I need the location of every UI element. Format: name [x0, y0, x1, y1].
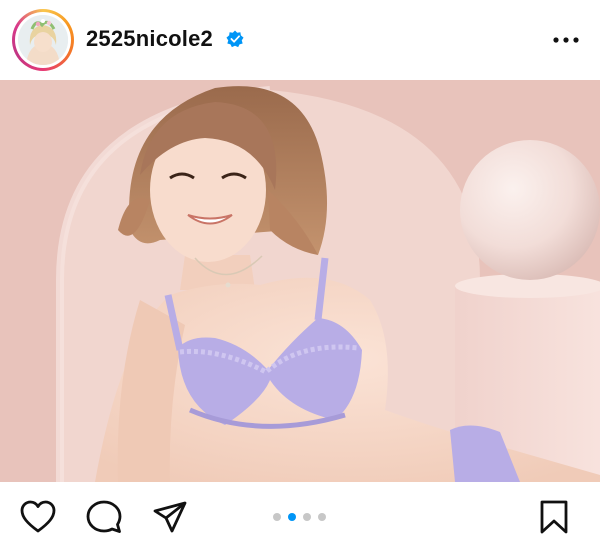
- comment-icon[interactable]: [86, 500, 122, 534]
- send-icon[interactable]: [152, 500, 188, 534]
- avatar-photo: [18, 15, 68, 65]
- more-options-icon[interactable]: [548, 30, 584, 50]
- avatar[interactable]: [12, 9, 74, 71]
- carousel-dot: [303, 513, 311, 521]
- avatar-image: [18, 15, 68, 65]
- bookmark-icon[interactable]: [536, 500, 572, 534]
- verified-badge-icon: [226, 30, 244, 48]
- carousel-dot: [318, 513, 326, 521]
- username[interactable]: 2525nicole2: [86, 26, 213, 52]
- carousel-indicator: [270, 512, 332, 522]
- post-header: 2525nicole2: [0, 0, 600, 80]
- heart-icon[interactable]: [20, 500, 56, 534]
- post-photo: [0, 80, 600, 482]
- action-bar: [0, 482, 600, 548]
- post-image[interactable]: [0, 80, 600, 482]
- carousel-dot: [288, 513, 296, 521]
- carousel-dot: [273, 513, 281, 521]
